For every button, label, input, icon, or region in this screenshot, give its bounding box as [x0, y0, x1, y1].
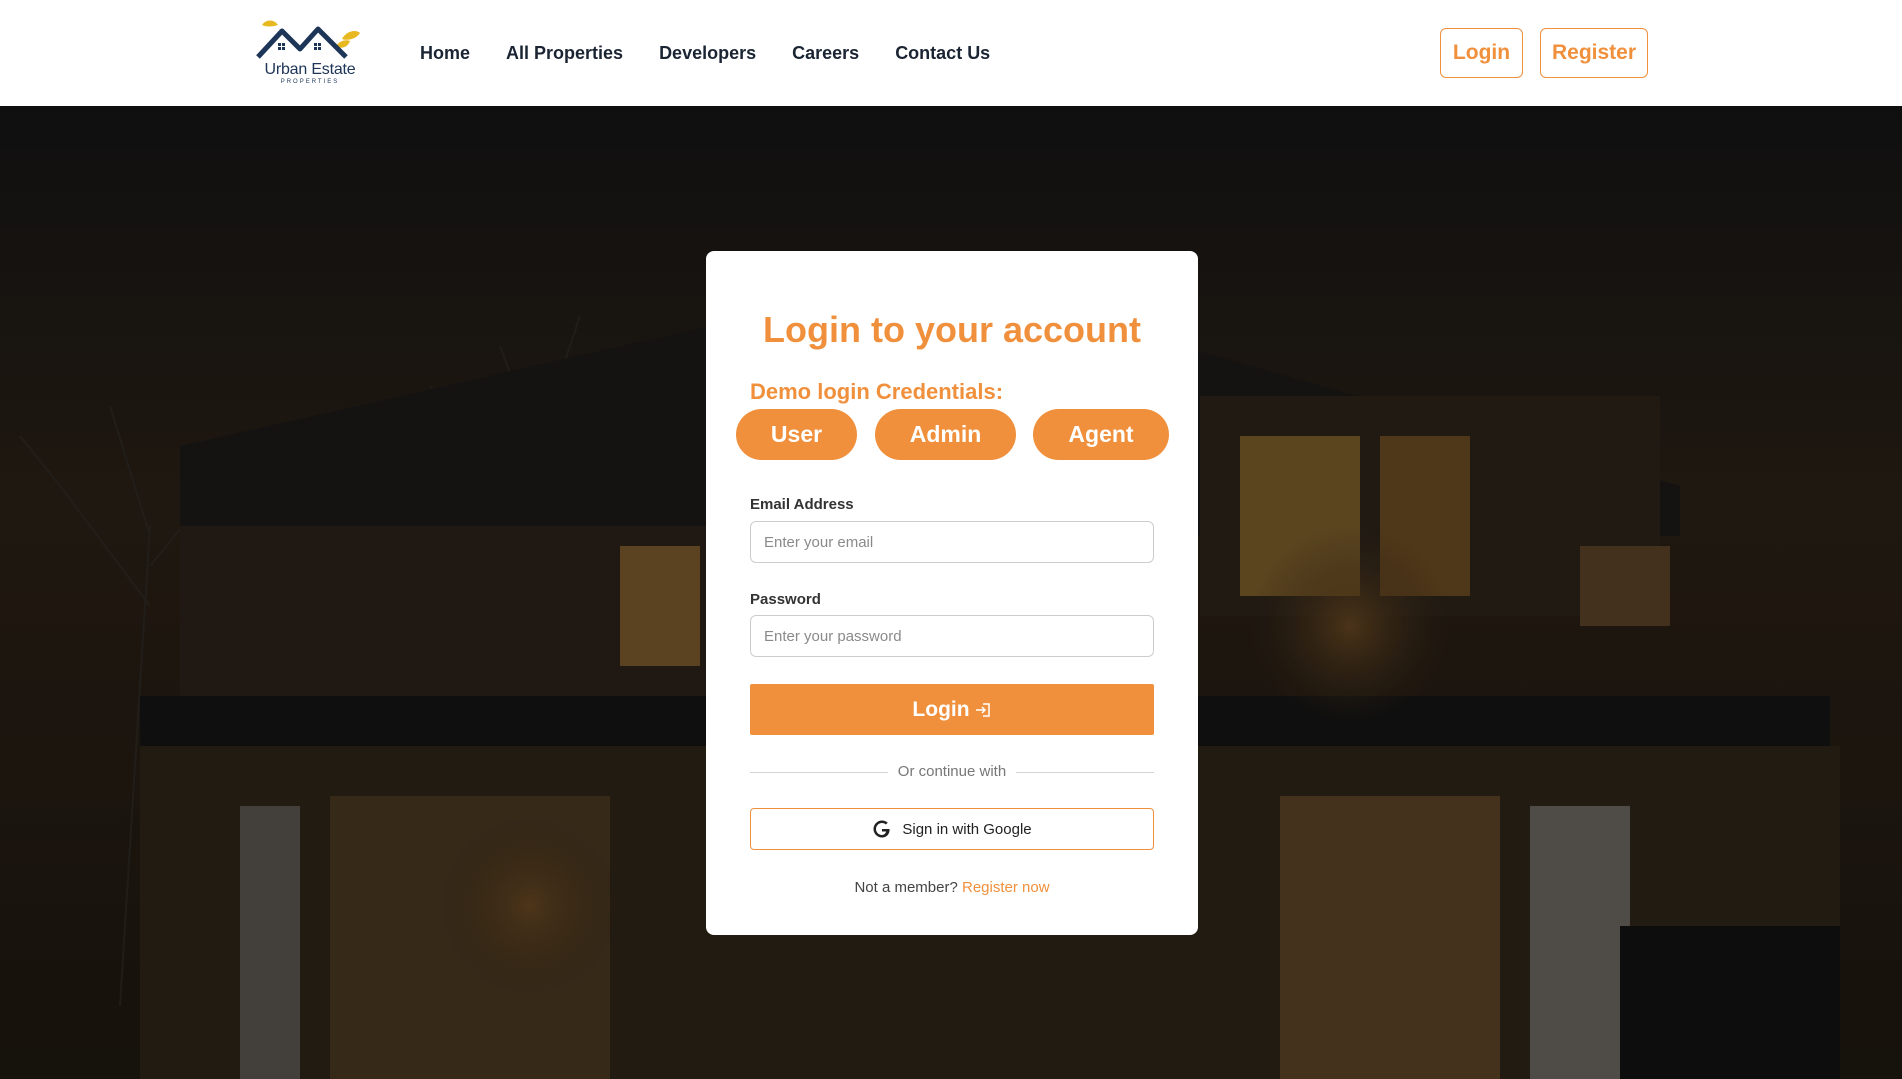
login-submit-button[interactable]: Login — [750, 684, 1154, 735]
register-now-link[interactable]: Register now — [962, 879, 1050, 896]
login-arrow-icon — [975, 702, 990, 717]
main-nav: Home All Properties Developers Careers C… — [420, 0, 990, 106]
site-header: Urban Estate PROPERTIES Home All Propert… — [0, 0, 1902, 106]
or-divider: Or continue with — [750, 763, 1154, 781]
nav-all-properties[interactable]: All Properties — [506, 43, 623, 64]
login-card: Login to your account Demo login Credent… — [706, 251, 1198, 935]
nav-careers[interactable]: Careers — [792, 43, 859, 64]
demo-admin-button[interactable]: Admin — [875, 409, 1016, 460]
email-label: Email Address — [750, 496, 854, 513]
google-signin-button[interactable]: Sign in with Google — [750, 808, 1154, 850]
login-submit-label: Login — [912, 697, 970, 721]
nav-developers[interactable]: Developers — [659, 43, 756, 64]
house-roof-leaves-icon — [256, 20, 360, 59]
password-input[interactable] — [750, 615, 1154, 657]
brand-tagline: PROPERTIES — [280, 79, 340, 85]
brand-logo[interactable]: Urban Estate PROPERTIES — [256, 17, 364, 89]
nav-contact-us[interactable]: Contact Us — [895, 43, 990, 64]
header-register-button[interactable]: Register — [1540, 28, 1648, 78]
password-label: Password — [750, 591, 821, 608]
register-prompt: Not a member? Register now — [706, 879, 1198, 896]
divider-line-right — [1016, 772, 1154, 773]
email-input[interactable] — [750, 521, 1154, 563]
demo-user-button[interactable]: User — [736, 409, 857, 460]
demo-agent-button[interactable]: Agent — [1033, 409, 1169, 460]
demo-credentials-label: Demo login Credentials: — [750, 379, 1004, 404]
brand-name: Urban Estate — [264, 61, 356, 78]
google-signin-label: Sign in with Google — [902, 820, 1032, 838]
register-prompt-text: Not a member? — [854, 879, 958, 896]
nav-home[interactable]: Home — [420, 43, 470, 64]
google-g-icon — [873, 820, 890, 838]
header-login-button[interactable]: Login — [1440, 28, 1523, 78]
login-title: Login to your account — [763, 309, 1141, 350]
